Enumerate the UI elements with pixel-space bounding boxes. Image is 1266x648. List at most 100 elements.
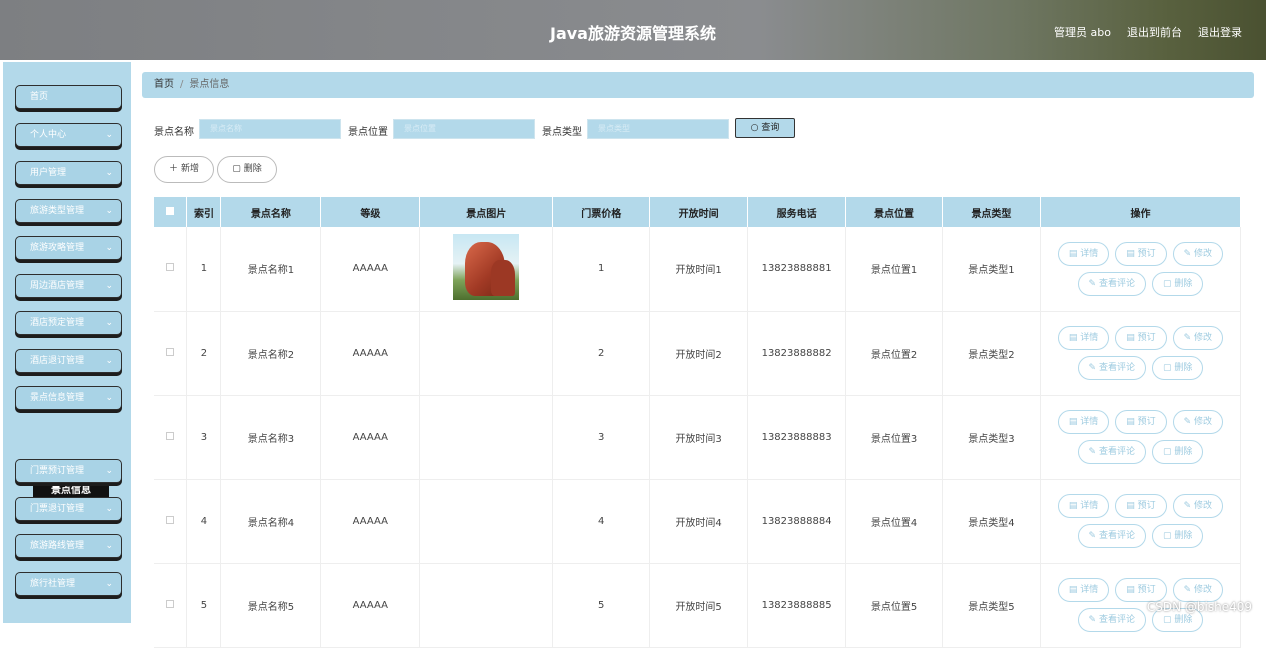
cell-name: 景点名称4 [220,479,322,564]
cell-phone: 13823888885 [747,563,847,648]
detail-button[interactable]: ▤ 详情 [1057,410,1110,434]
header-select-all[interactable] [154,197,188,227]
sidebar-item-1[interactable]: 个人中心 ⌄ [15,123,122,147]
name-search-input[interactable]: 景点名称 [199,119,341,139]
cell-type: 景点类型3 [942,395,1041,480]
cell-name: 景点名称5 [220,563,322,648]
cell-location: 景点位置4 [845,479,943,564]
cell-index: 3 [186,395,222,480]
book-button[interactable]: ▤ 预订 [1115,410,1167,434]
row-select-cell[interactable] [154,311,188,396]
sidebar-item-12[interactable]: 旅行社管理 ⌄ [15,572,122,596]
comments-button[interactable]: ✎ 查看评论 [1077,608,1146,632]
sidebar-item-2[interactable]: 用户管理 ⌄ [15,161,122,185]
admin-label: 管理员 abo [1054,26,1111,39]
row-checkbox[interactable] [166,515,175,524]
cell-index: 1 [186,227,222,312]
cell-time: 开放时间1 [649,227,749,312]
back-front-link[interactable]: 退出到前台 [1127,24,1182,40]
edit-button[interactable]: ✎ 修改 [1172,410,1224,434]
select-all-checkbox[interactable] [166,206,175,215]
detail-button[interactable]: ▤ 详情 [1057,241,1110,266]
chevron-down-icon: ⌄ [105,579,113,589]
sidebar-item-9[interactable]: 门票预订管理 ⌄ [15,459,122,483]
comments-label: 查看评论 [1098,363,1135,373]
row-select-cell[interactable] [154,227,188,312]
row-delete-label: 删除 [1174,615,1193,625]
batch-delete-button[interactable]: ▢ 删除 [217,156,277,183]
row-checkbox[interactable] [166,263,175,272]
sidebar-item-label: 门票退订管理 [30,504,85,514]
detail-label: 详情 [1080,501,1099,511]
row-delete-button[interactable]: ▢ 删除 [1151,524,1204,548]
detail-label: 详情 [1080,585,1099,595]
logout-link[interactable]: 退出登录 [1198,24,1242,40]
sidebar-item-label: 周边酒店管理 [30,281,85,291]
cell-location: 景点位置2 [845,311,943,396]
sidebar-item-3[interactable]: 旅游类型管理 ⌄ [15,199,122,223]
comments-button[interactable]: ✎ 查看评论 [1077,524,1146,548]
detail-button[interactable]: ▤ 详情 [1057,494,1110,518]
edit-label: 修改 [1194,248,1213,259]
row-delete-button[interactable]: ▢ 删除 [1151,356,1204,380]
book-button[interactable]: ▤ 预订 [1115,494,1167,518]
cell-type: 景点类型4 [942,479,1041,564]
cell-level: AAAAA [320,563,421,648]
comments-button[interactable]: ✎ 查看评论 [1077,271,1146,296]
cell-type: 景点类型1 [942,227,1041,312]
comments-button[interactable]: ✎ 查看评论 [1077,356,1146,380]
row-select-cell[interactable] [154,395,188,480]
image-cell [419,311,554,396]
cell-price: 5 [552,563,651,648]
sidebar-item-0[interactable]: 首页 [15,85,122,109]
header-index: 索引 [186,197,222,227]
cell-price: 2 [552,311,651,396]
query-button[interactable]: ○ 查询 [735,118,795,138]
sidebar-item-label: 旅行社管理 [30,579,76,589]
cell-phone: 13823888882 [747,311,847,396]
location-search-input[interactable]: 景点位置 [393,119,535,139]
chevron-down-icon: ⌄ [105,393,113,403]
book-button[interactable]: ▤ 预订 [1115,578,1167,602]
image-cell [419,395,554,480]
row-checkbox[interactable] [166,599,175,608]
sidebar-item-11[interactable]: 旅游路线管理 ⌄ [15,534,122,558]
row-checkbox[interactable] [166,431,175,440]
sidebar-item-8[interactable]: 景点信息管理 ⌄ [15,386,122,410]
add-button[interactable]: ＋ 新增 [154,156,214,183]
table-row: 2 景点名称2 AAAAA 2 开放时间2 13823888882 景点位置2 景点类型2 ▤ … [154,311,1242,396]
type-search-input[interactable]: 景点类型 [587,119,729,139]
comments-button[interactable]: ✎ 查看评论 [1077,440,1146,464]
cell-time: 开放时间5 [649,563,749,648]
sidebar-item-6[interactable]: 酒店预定管理 ⌄ [15,311,122,335]
edit-label: 修改 [1194,333,1213,343]
comments-label: 查看评论 [1098,531,1135,541]
edit-button[interactable]: ✎ 修改 [1172,578,1224,602]
edit-button[interactable]: ✎ 修改 [1172,494,1224,518]
detail-label: 详情 [1080,333,1099,343]
row-checkbox[interactable] [166,347,175,356]
sidebar-item-4[interactable]: 旅游攻略管理 ⌄ [15,236,122,260]
cell-type: 景点类型5 [942,563,1041,648]
row-delete-button[interactable]: ▢ 删除 [1151,440,1204,464]
book-button[interactable]: ▤ 预订 [1115,326,1167,350]
edit-button[interactable]: ✎ 修改 [1172,241,1224,266]
header-level: 等级 [320,197,421,227]
detail-button[interactable]: ▤ 详情 [1057,326,1110,350]
sidebar-item-label: 酒店预定管理 [30,318,85,328]
name-label: 景点名称 [154,127,194,138]
chevron-down-icon: ⌄ [105,243,113,253]
sidebar-item-5[interactable]: 周边酒店管理 ⌄ [15,274,122,298]
detail-button[interactable]: ▤ 详情 [1057,578,1110,602]
top-header: Java旅游资源管理系统 管理员 abo 退出到前台 退出登录 [0,0,1266,60]
row-select-cell[interactable] [154,479,188,564]
header-image: 景点图片 [419,197,554,227]
row-select-cell[interactable] [154,563,188,648]
cell-time: 开放时间2 [649,311,749,396]
edit-button[interactable]: ✎ 修改 [1172,326,1224,350]
sidebar-item-7[interactable]: 酒店退订管理 ⌄ [15,349,122,373]
breadcrumb-home[interactable]: 首页 [154,79,174,90]
row-delete-button[interactable]: ▢ 删除 [1151,271,1204,296]
book-button[interactable]: ▤ 预订 [1115,241,1167,266]
sidebar-item-10[interactable]: 门票退订管理 ⌄ [15,497,122,521]
